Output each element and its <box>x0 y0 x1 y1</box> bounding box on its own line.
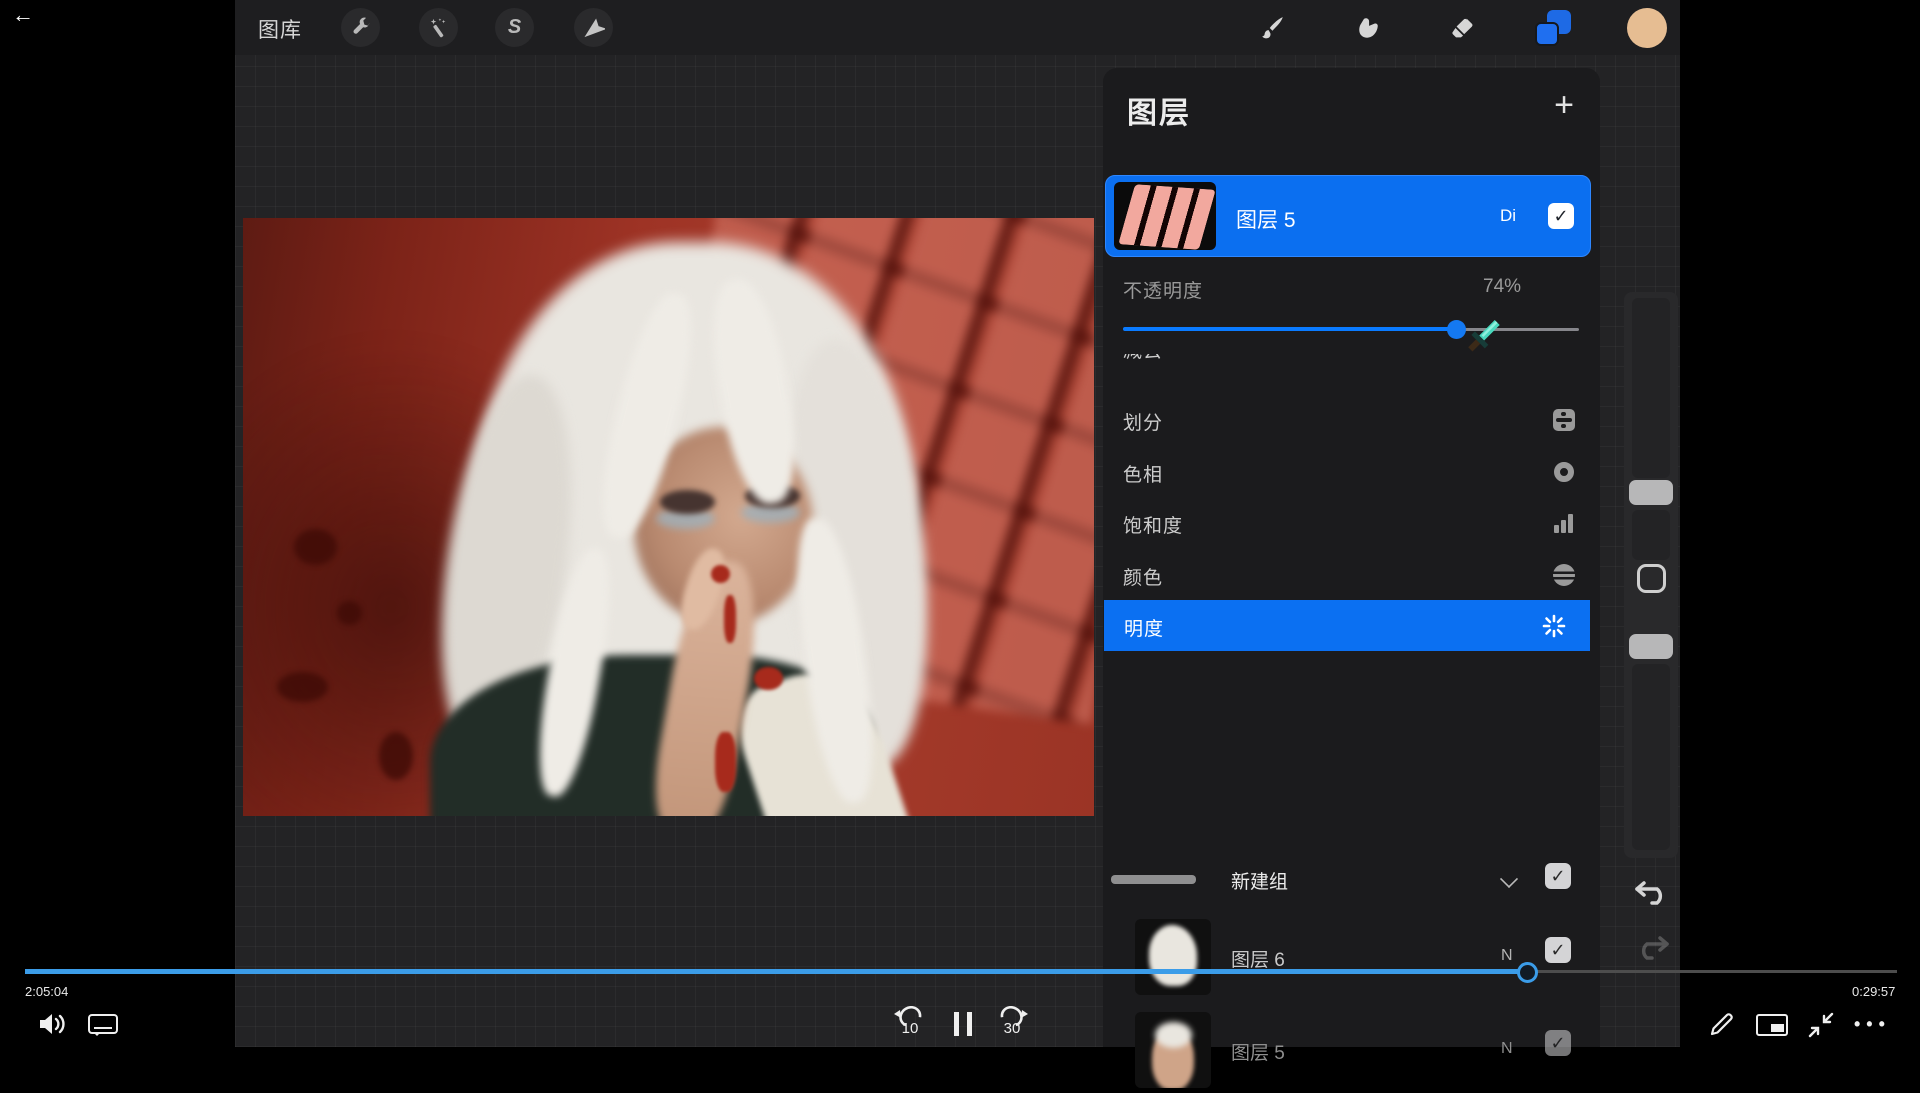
selection-button[interactable]: S <box>495 8 534 47</box>
modify-button[interactable] <box>1637 564 1666 593</box>
layer-visibility-checkbox[interactable]: ✓ <box>1545 937 1571 963</box>
layer-thumbnail <box>1135 919 1211 995</box>
pip-button[interactable] <box>1756 1014 1788 1036</box>
pencil-icon <box>1706 1010 1736 1040</box>
annotate-button[interactable] <box>1706 1010 1736 1045</box>
layers-panel-title: 图层 <box>1127 88 1191 132</box>
group-name: 新建组 <box>1231 867 1288 894</box>
opacity-value: 74% <box>1483 276 1521 298</box>
saturation-bars-icon <box>1552 511 1576 535</box>
group-thumbnail-bar <box>1111 875 1196 884</box>
layer-row[interactable]: 图层 5 N ✓ <box>1103 1008 1600 1093</box>
blend-mode-item[interactable]: 颜色 <box>1103 549 1600 600</box>
subtitles-icon <box>88 1014 118 1034</box>
player-back-button[interactable]: ← <box>12 2 34 28</box>
smudge-button[interactable] <box>1348 8 1387 47</box>
volume-button[interactable] <box>36 1010 66 1043</box>
blend-mode-badge[interactable]: Di <box>1500 206 1516 226</box>
actions-wrench-button[interactable] <box>341 8 380 47</box>
eraser-button[interactable] <box>1442 8 1481 47</box>
procreate-top-toolbar: 图库 S <box>235 0 1680 55</box>
procreate-recording: 图库 S <box>235 0 1680 1047</box>
speaker-icon <box>36 1010 66 1038</box>
seek-bar-playhead[interactable] <box>1517 962 1538 983</box>
luminosity-starburst-icon <box>1542 614 1566 638</box>
layer-thumbnail <box>1114 182 1216 250</box>
seek-bar-progress <box>25 969 1528 974</box>
rewind-10-button[interactable]: 10 <box>890 1006 930 1042</box>
layer-name: 图层 5 <box>1236 204 1296 234</box>
seek-bar-remaining <box>1528 970 1897 973</box>
opacity-slider-handle[interactable] <box>1629 634 1673 659</box>
seek-bar[interactable] <box>0 966 1920 978</box>
gallery-button[interactable]: 图库 <box>258 14 302 44</box>
eraser-icon <box>1449 15 1475 41</box>
brush-size-slider-handle[interactable] <box>1629 480 1673 505</box>
blend-mode-item[interactable]: 色相 <box>1103 446 1600 497</box>
layer-row-selected[interactable]: 图层 5 Di ✓ <box>1105 175 1591 257</box>
blend-mode-item[interactable]: 减去 <box>1103 354 1600 373</box>
color-circle-icon <box>1552 563 1576 587</box>
blend-mode-badge[interactable]: N <box>1501 1040 1513 1058</box>
remaining-time: 0:29:57 <box>1852 984 1895 999</box>
group-visibility-checkbox[interactable]: ✓ <box>1545 863 1571 889</box>
undo-button[interactable] <box>1632 873 1672 913</box>
forward-30-button[interactable]: 30 <box>992 1006 1032 1042</box>
hue-ring-icon <box>1552 460 1576 484</box>
blend-mode-item-selected[interactable]: 明度 <box>1104 600 1590 651</box>
brush-icon <box>1260 15 1286 41</box>
current-time: 2:05:04 <box>25 984 68 999</box>
current-color-button[interactable] <box>1627 8 1667 48</box>
collapse-arrows-icon <box>1806 1010 1836 1040</box>
adjustments-button[interactable] <box>419 8 458 47</box>
smudge-finger-icon <box>1355 15 1381 41</box>
opacity-slider[interactable] <box>1123 320 1579 338</box>
blend-mode-badge[interactable]: N <box>1501 947 1513 965</box>
picture-in-picture-icon <box>1756 1014 1788 1036</box>
add-layer-button[interactable]: + <box>1554 86 1574 125</box>
brush-button[interactable] <box>1253 8 1292 47</box>
artwork-canvas[interactable] <box>243 218 1094 816</box>
layers-panel: 图层 + 图层 5 Di ✓ 不透明度 74% <box>1103 68 1600 1047</box>
video-player: 图库 S <box>0 0 1920 1047</box>
redo-button[interactable] <box>1632 928 1672 968</box>
magic-wand-icon <box>428 17 450 39</box>
layer-visibility-checkbox[interactable]: ✓ <box>1548 203 1574 229</box>
subtitles-button[interactable] <box>88 1014 118 1034</box>
more-options-button[interactable]: ••• <box>1854 1014 1891 1035</box>
blend-mode-menu: 减去 划分 色相 饱和度 颜色 <box>1103 354 1600 710</box>
transform-button[interactable] <box>574 8 613 47</box>
layers-button[interactable] <box>1535 10 1571 46</box>
layer-thumbnail <box>1135 1012 1211 1088</box>
pause-button[interactable] <box>950 1012 976 1041</box>
selection-s-icon: S <box>508 16 521 39</box>
layer-visibility-checkbox[interactable]: ✓ <box>1545 1030 1571 1056</box>
procreate-sidebar <box>1624 292 1678 858</box>
opacity-label: 不透明度 <box>1123 276 1203 303</box>
cursor-arrow-icon <box>583 17 605 39</box>
layer-group-row[interactable]: 新建组 ✓ <box>1103 845 1600 915</box>
layer-row[interactable]: 图层 6 N ✓ <box>1103 915 1600 1000</box>
divide-icon <box>1552 408 1576 432</box>
pause-icon <box>954 1012 959 1036</box>
blend-mode-item[interactable]: 饱和度 <box>1103 497 1600 548</box>
collapse-button[interactable] <box>1806 1010 1836 1045</box>
chevron-down-icon[interactable] <box>1500 870 1518 888</box>
blend-mode-item[interactable]: 划分 <box>1103 394 1600 445</box>
wrench-icon <box>350 17 372 39</box>
layer-name: 图层 5 <box>1231 1038 1285 1065</box>
